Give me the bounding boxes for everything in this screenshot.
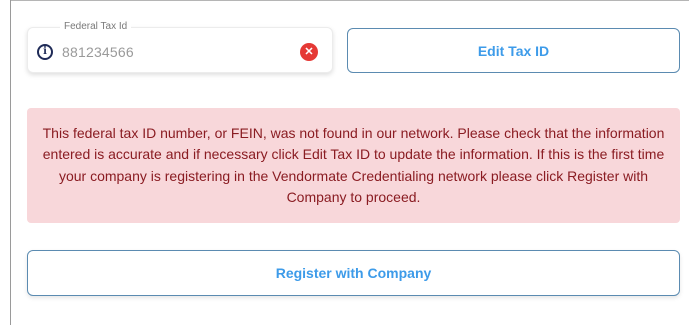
federal-tax-id-label: Federal Tax Id [60, 20, 132, 34]
clear-icon[interactable]: ✕ [300, 43, 318, 61]
register-with-company-button[interactable]: Register with Company [27, 250, 680, 296]
not-found-alert: This federal tax ID number, or FEIN, was… [27, 108, 680, 223]
alert-message: This federal tax ID number, or FEIN, was… [42, 124, 665, 206]
frame-top-border [10, 0, 689, 1]
info-icon[interactable]: i [37, 44, 53, 60]
edit-tax-id-button[interactable]: Edit Tax ID [347, 28, 680, 73]
frame-left-border [10, 0, 11, 325]
federal-tax-id-value[interactable]: 881234566 [62, 43, 134, 61]
federal-tax-id-field[interactable]: Federal Tax Id i 881234566 ✕ [27, 20, 333, 73]
